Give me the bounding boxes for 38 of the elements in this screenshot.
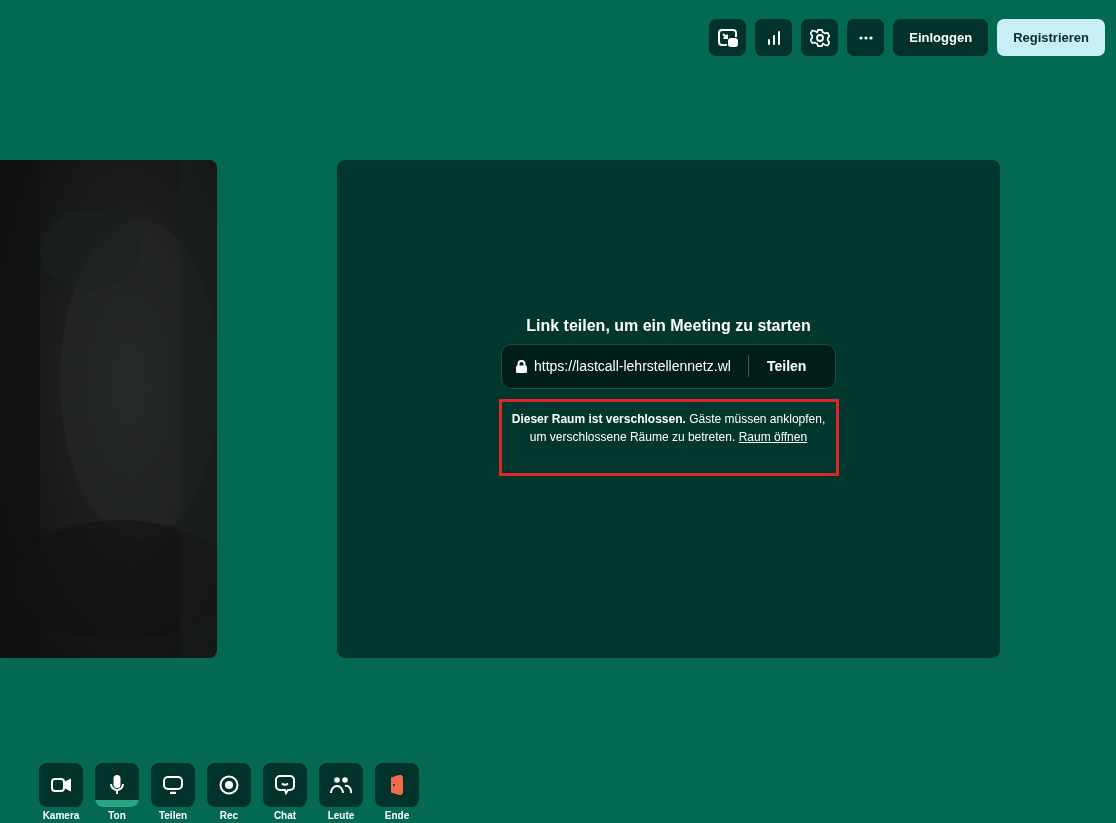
open-room-link[interactable]: Raum öffnen [738, 429, 808, 444]
people-button[interactable] [319, 763, 363, 807]
share-button[interactable]: Teilen [749, 344, 825, 388]
control-label: Chat [273, 810, 297, 822]
people-icon [330, 776, 352, 794]
locked-notice: Dieser Raum ist verschlossen. Gäste müssen anklopfen, um verschlossene Räume zu betreten. Raum öffnen [511, 410, 826, 446]
control-label: Leute [327, 810, 355, 822]
more-button[interactable] [847, 19, 885, 56]
link-url: https://lastcall-lehrstellennetz.wl [534, 358, 732, 374]
microphone-icon [110, 775, 124, 795]
control-label: Ton [108, 810, 126, 822]
share-screen-button[interactable] [151, 763, 195, 807]
login-button[interactable]: Einloggen [893, 19, 989, 56]
chat-button[interactable] [263, 763, 307, 807]
signal-bars-icon [766, 30, 781, 45]
control-label: Ende [384, 810, 410, 822]
microphone-button[interactable] [95, 763, 139, 807]
register-button[interactable]: Registrieren [997, 19, 1105, 56]
settings-icon [809, 27, 830, 48]
settings-button[interactable] [801, 19, 839, 56]
lock-icon [516, 359, 527, 373]
record-button[interactable] [207, 763, 251, 807]
leave-button[interactable] [375, 763, 419, 807]
picture-in-picture-icon [717, 28, 738, 47]
more-icon [858, 35, 873, 40]
link-field[interactable]: https://lastcall-lehrstellennetz.wl Teilen [501, 343, 836, 389]
record-icon [219, 775, 239, 795]
camera-icon [51, 778, 71, 792]
door-icon [390, 775, 404, 795]
control-label: Rec [219, 810, 239, 822]
panel-title: Link teilen, um ein Meeting zu starten [526, 316, 811, 335]
stats-button[interactable] [755, 19, 793, 56]
monitor-icon [163, 776, 183, 794]
chat-icon [275, 775, 295, 795]
camera-button[interactable] [39, 763, 83, 807]
pip-button[interactable] [709, 19, 747, 56]
control-label: Kamera [42, 810, 80, 822]
control-label: Teilen [158, 810, 188, 822]
